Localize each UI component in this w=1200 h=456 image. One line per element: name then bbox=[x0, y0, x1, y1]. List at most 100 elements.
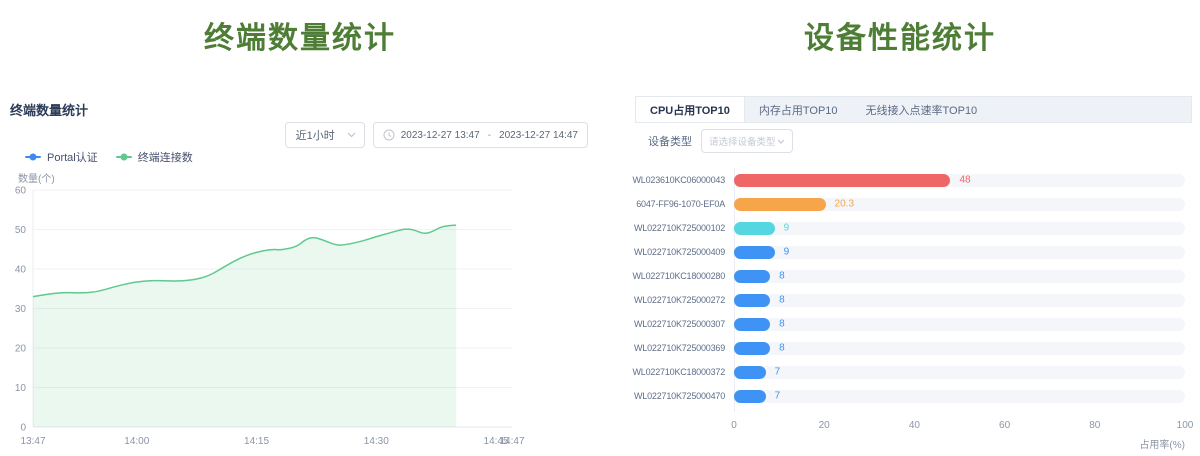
bar-track: 7 bbox=[734, 390, 1185, 403]
bar-value: 48 bbox=[959, 175, 970, 186]
tab-memory-top10[interactable]: 内存占用TOP10 bbox=[745, 97, 852, 122]
y-tick-label: 40 bbox=[15, 265, 27, 276]
bar bbox=[734, 198, 826, 211]
terminal-count-panel: 终端数量统计 终端数量统计 近1小时 2023-12-27 13:47 - 20… bbox=[0, 0, 600, 456]
bar-value: 9 bbox=[784, 223, 790, 234]
chevron-down-icon bbox=[777, 139, 785, 144]
bar bbox=[734, 294, 770, 307]
tab-wireless-rate-top10[interactable]: 无线接入点速率TOP10 bbox=[852, 97, 992, 122]
bar bbox=[734, 390, 766, 403]
bar-value: 8 bbox=[779, 295, 785, 306]
tab-cpu-top10[interactable]: CPU占用TOP10 bbox=[636, 97, 745, 122]
cpu-top10-bar-chart: WL023610KC06000043 48 6047-FF96-1070-EF0A 2… bbox=[624, 168, 1185, 408]
bar-value: 8 bbox=[779, 271, 785, 282]
bar-track: 8 bbox=[734, 294, 1185, 307]
clock-icon bbox=[383, 129, 395, 141]
device-type-select[interactable]: 请选择设备类型 bbox=[701, 129, 793, 153]
bar bbox=[734, 270, 770, 283]
legend: Portal认证 终端连接数 bbox=[25, 149, 193, 165]
left-section-title: 终端数量统计 bbox=[0, 13, 600, 57]
x-tick-label: 13:47 bbox=[20, 436, 45, 447]
bar-row: WL022710K725000272 8 bbox=[624, 288, 1185, 312]
bar bbox=[734, 222, 775, 235]
chart-controls: 近1小时 2023-12-27 13:47 - 2023-12-27 14:47 bbox=[285, 122, 588, 148]
device-name: WL022710KC18000280 bbox=[624, 271, 734, 281]
legend-label: 终端连接数 bbox=[138, 149, 193, 165]
bar-chart-x-axis: 020406080100 bbox=[734, 420, 1185, 432]
bar bbox=[734, 366, 766, 379]
bar bbox=[734, 246, 775, 259]
device-name: WL022710K725000470 bbox=[624, 391, 734, 401]
bar-track: 7 bbox=[734, 366, 1185, 379]
bar-track: 20.3 bbox=[734, 198, 1185, 211]
terminal-chart-title: 终端数量统计 bbox=[10, 100, 88, 119]
x-tick-label: 80 bbox=[1089, 420, 1100, 431]
bar-row: 6047-FF96-1070-EF0A 20.3 bbox=[624, 192, 1185, 216]
bar-row: WL022710K7250004707 bbox=[624, 384, 1185, 408]
x-tick-label: 14:47 bbox=[499, 436, 524, 447]
device-name: WL022710K725000369 bbox=[624, 343, 734, 353]
y-tick-label: 60 bbox=[15, 186, 27, 197]
x-tick-label: 14:00 bbox=[124, 436, 149, 447]
y-tick-label: 30 bbox=[15, 304, 27, 315]
device-name: 6047-FF96-1070-EF0A bbox=[624, 199, 734, 209]
y-tick-label: 10 bbox=[15, 383, 27, 394]
bar-value: 8 bbox=[779, 343, 785, 354]
area-fill bbox=[33, 225, 456, 427]
x-axis-name: 占用率(%) bbox=[1139, 436, 1185, 451]
bar-track: 8 bbox=[734, 342, 1185, 355]
bar-row: WL022710K725000307 8 bbox=[624, 312, 1185, 336]
date-separator: - bbox=[486, 130, 493, 141]
y-tick-label: 20 bbox=[15, 344, 27, 355]
bar-track: 9 bbox=[734, 222, 1185, 235]
legend-item-terminal-connections[interactable]: 终端连接数 bbox=[116, 149, 193, 165]
bar bbox=[734, 318, 770, 331]
legend-marker-icon bbox=[25, 156, 41, 158]
bar-track: 8 bbox=[734, 270, 1185, 283]
device-name: WL022710K725000102 bbox=[624, 223, 734, 233]
bar-value: 7 bbox=[775, 367, 781, 378]
x-tick-label: 0 bbox=[731, 420, 737, 431]
right-section-title: 设备性能统计 bbox=[600, 13, 1200, 57]
performance-tabs: CPU占用TOP10 内存占用TOP10 无线接入点速率TOP10 bbox=[635, 96, 1192, 123]
x-tick-label: 60 bbox=[999, 420, 1010, 431]
bar-track: 9 bbox=[734, 246, 1185, 259]
y-tick-label: 0 bbox=[20, 423, 26, 434]
bar-row: WL022710K725000409 9 bbox=[624, 240, 1185, 264]
bar-row: WL023610KC06000043 48 bbox=[624, 168, 1185, 192]
bar-row: WL022710KC18000372 7 bbox=[624, 360, 1185, 384]
legend-marker-icon bbox=[116, 156, 132, 158]
device-performance-panel: 设备性能统计 CPU占用TOP10 内存占用TOP10 无线接入点速率TOP10… bbox=[600, 0, 1200, 456]
bar-value: 9 bbox=[784, 247, 790, 258]
date-range-picker[interactable]: 2023-12-27 13:47 - 2023-12-27 14:47 bbox=[373, 122, 588, 148]
legend-item-portal[interactable]: Portal认证 bbox=[25, 149, 98, 165]
bar-row: WL022710K725000369 8 bbox=[624, 336, 1185, 360]
device-name: WL022710KC18000372 bbox=[624, 367, 734, 377]
device-name: WL022710K725000272 bbox=[624, 295, 734, 305]
x-tick-label: 40 bbox=[909, 420, 920, 431]
time-range-value: 近1小时 bbox=[296, 127, 335, 143]
x-tick-label: 100 bbox=[1177, 420, 1194, 431]
bar-value: 20.3 bbox=[835, 199, 854, 210]
device-type-filter: 设备类型 请选择设备类型 bbox=[648, 129, 793, 153]
terminal-count-line-chart: 010203040506013:4714:0014:1514:3014:4514… bbox=[0, 180, 600, 456]
x-tick-label: 14:30 bbox=[364, 436, 389, 447]
bar-value: 8 bbox=[779, 319, 785, 330]
device-type-placeholder: 请选择设备类型 bbox=[709, 134, 776, 148]
bar-track: 8 bbox=[734, 318, 1185, 331]
bar bbox=[734, 342, 770, 355]
device-name: WL023610KC06000043 bbox=[624, 175, 734, 185]
bar-row: WL022710KC18000280 8 bbox=[624, 264, 1185, 288]
time-range-select[interactable]: 近1小时 bbox=[285, 122, 365, 148]
y-tick-label: 50 bbox=[15, 225, 27, 236]
device-type-label: 设备类型 bbox=[648, 133, 692, 149]
device-name: WL022710K725000409 bbox=[624, 247, 734, 257]
chevron-down-icon bbox=[347, 132, 356, 138]
bar bbox=[734, 174, 950, 187]
legend-label: Portal认证 bbox=[47, 149, 98, 165]
x-tick-label: 20 bbox=[819, 420, 830, 431]
device-name: WL022710K725000307 bbox=[624, 319, 734, 329]
date-end: 2023-12-27 14:47 bbox=[499, 130, 578, 141]
date-start: 2023-12-27 13:47 bbox=[401, 130, 480, 141]
bar-track: 48 bbox=[734, 174, 1185, 187]
